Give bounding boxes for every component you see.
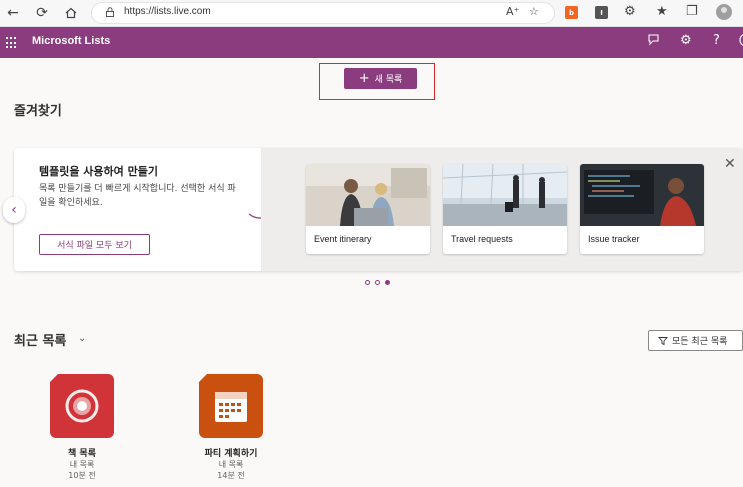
profile-avatar[interactable] <box>716 4 732 20</box>
refresh-icon[interactable]: ⟳ <box>32 3 52 23</box>
list-time: 14분 전 <box>217 471 245 480</box>
list-name: 파티 계획하기 <box>204 449 258 459</box>
list-tile-party <box>198 373 263 438</box>
filter-label: 모든 최근 목록 <box>672 337 728 347</box>
template-tile-issue-tracker[interactable]: Issue tracker <box>580 164 704 254</box>
view-all-templates-button[interactable]: 서식 파일 모두 보기 <box>39 234 150 255</box>
feedback-icon[interactable] <box>647 33 660 50</box>
chevron-down-icon[interactable]: ⌄ <box>78 333 86 344</box>
extension-icon[interactable]: b <box>565 6 578 19</box>
list-time: 10분 전 <box>68 471 96 480</box>
target-icon <box>65 389 99 423</box>
plus-icon: + <box>358 70 370 86</box>
list-location: 내 목록 <box>69 460 95 469</box>
event-itinerary-image <box>306 164 430 226</box>
templates-description: 목록 만들기를 더 빠르게 시작합니다. 선택한 서식 파일을 확인하세요. <box>39 184 236 208</box>
settings-gear-icon[interactable]: ⚙ <box>680 33 692 48</box>
tile-label: Issue tracker <box>588 234 640 244</box>
new-list-label: 새 목록 <box>374 75 403 85</box>
extensions-puzzle-icon[interactable]: ⚙ <box>624 4 636 19</box>
chevron-left-icon: ‹ <box>11 202 17 218</box>
template-tile-event-itinerary[interactable]: Event itinerary <box>306 164 430 254</box>
pager-dot[interactable] <box>375 280 380 285</box>
help-icon[interactable]: ? <box>713 33 720 48</box>
tile-label: Event itinerary <box>314 234 372 244</box>
new-list-button[interactable]: + 새 목록 <box>344 68 417 89</box>
account-icon[interactable] <box>737 33 743 51</box>
filter-icon <box>658 336 668 345</box>
favorites-heading: 즐겨찾기 <box>14 104 62 119</box>
browser-toolbar: ← ⟳ https://lists.live.com A⁺ ☆ b I ⚙ ★ … <box>0 0 743 27</box>
tile-label: Travel requests <box>451 234 513 244</box>
app-header: Microsoft Lists ⚙ ? <box>0 27 743 58</box>
filter-recent-button[interactable]: 모든 최근 목록 <box>648 330 743 351</box>
app-launcher-icon[interactable] <box>6 37 18 49</box>
favorites-icon[interactable]: ★ <box>656 4 668 19</box>
back-icon[interactable]: ← <box>3 3 23 23</box>
address-bar[interactable]: https://lists.live.com A⁺ ☆ <box>91 2 555 24</box>
url-text: https://lists.live.com <box>124 6 211 17</box>
close-templates-icon[interactable]: ✕ <box>724 156 736 172</box>
template-tile-travel-requests[interactable]: Travel requests <box>443 164 567 254</box>
templates-card: 템플릿을 사용하여 만들기 목록 만들기를 더 빠르게 시작합니다. 선택한 서… <box>14 148 743 271</box>
list-name: 책 목록 <box>68 449 96 459</box>
recent-list-item[interactable]: 파티 계획하기 내 목록 14분 전 <box>186 373 276 481</box>
calendar-icon <box>215 392 247 422</box>
pager-dot[interactable] <box>365 280 370 285</box>
home-icon[interactable] <box>61 3 81 23</box>
pager-dot-active[interactable] <box>385 280 390 285</box>
app-title[interactable]: Microsoft Lists <box>32 35 110 47</box>
list-location: 내 목록 <box>218 460 244 469</box>
lock-icon <box>106 7 114 17</box>
read-aloud-icon[interactable]: A⁺ <box>506 5 519 18</box>
issue-tracker-image <box>580 164 704 226</box>
list-tile-book <box>49 373 114 438</box>
travel-requests-image <box>443 164 567 226</box>
recent-lists-heading[interactable]: 최근 목록 <box>14 330 66 349</box>
favorite-star-icon[interactable]: ☆ <box>529 5 539 18</box>
recent-list-item[interactable]: 책 목록 내 목록 10분 전 <box>37 373 127 481</box>
template-gallery: Event itinerary Travel requests Issue tr… <box>261 148 743 271</box>
carousel-previous-button[interactable]: ‹ <box>3 197 25 223</box>
templates-heading: 템플릿을 사용하여 만들기 <box>39 165 158 178</box>
carousel-pager <box>365 280 390 285</box>
extension-icon-2[interactable]: I <box>595 6 608 19</box>
collections-icon[interactable]: ❐ <box>686 4 698 19</box>
